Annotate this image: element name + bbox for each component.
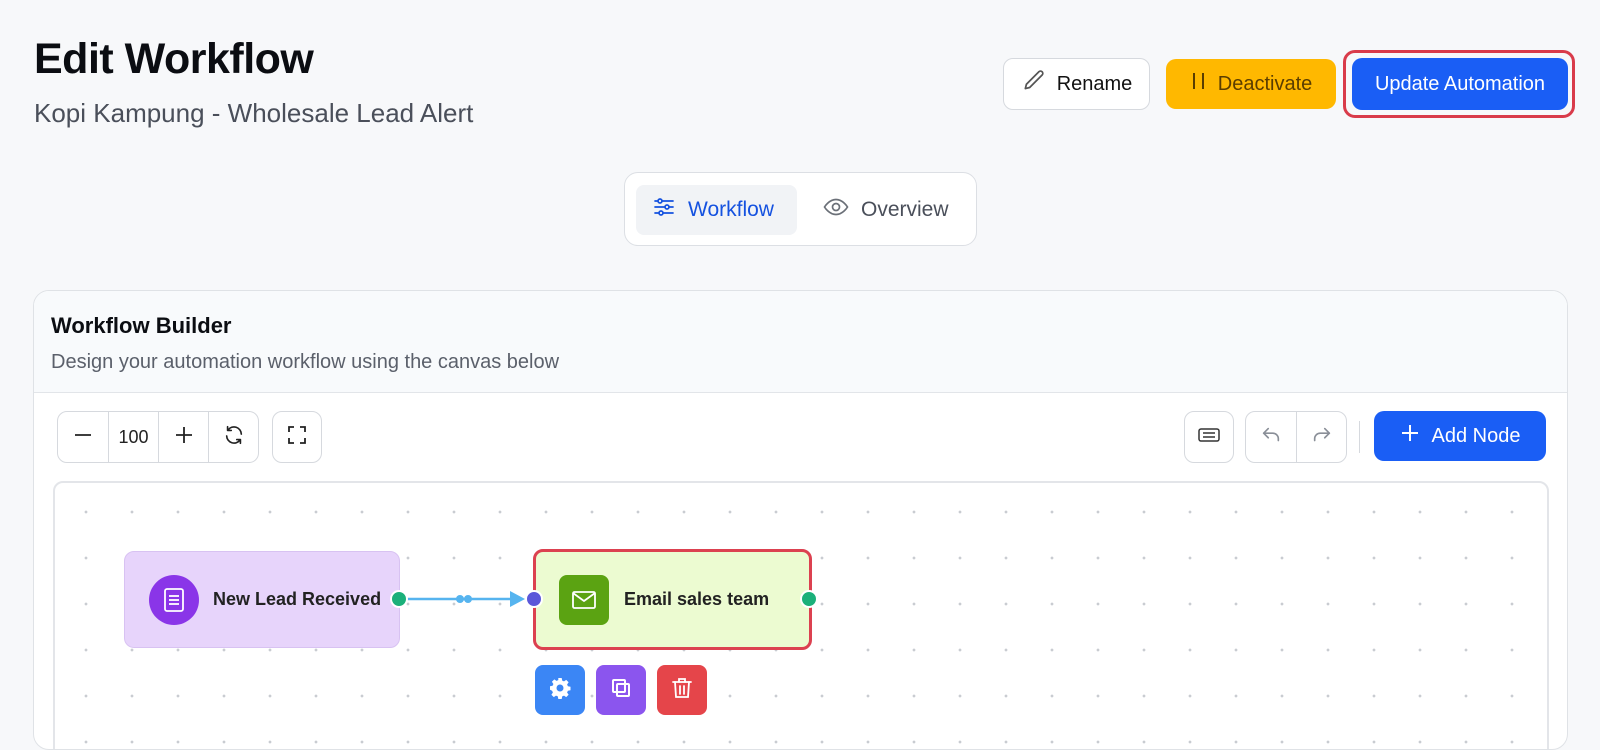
deactivate-label: Deactivate	[1217, 72, 1313, 95]
tab-overview[interactable]: Overview	[807, 185, 967, 235]
action-input-handle[interactable]	[525, 590, 543, 608]
add-node-button[interactable]: Add Node	[1374, 411, 1546, 461]
deactivate-button[interactable]: Deactivate	[1166, 59, 1336, 109]
tab-overview-label: Overview	[861, 198, 949, 221]
plus-icon	[174, 425, 194, 450]
eye-icon	[823, 195, 849, 225]
page-subtitle: Kopi Kampung - Wholesale Lead Alert	[34, 98, 474, 128]
reset-zoom-button[interactable]	[208, 412, 258, 462]
tab-workflow[interactable]: Workflow	[636, 185, 797, 235]
fit-view-cell	[273, 412, 321, 462]
add-node-label: Add Node	[1431, 424, 1521, 447]
zoom-controls: 100	[57, 411, 259, 463]
tab-workflow-label: Workflow	[688, 198, 774, 221]
view-tabs: Workflow Overview	[624, 172, 977, 246]
workflow-canvas[interactable]: New Lead Received Email sales team	[53, 481, 1549, 749]
zoom-in-button[interactable]	[158, 412, 208, 462]
rename-button[interactable]: Rename	[1003, 58, 1150, 110]
gear-icon	[548, 676, 572, 705]
pause-icon	[1190, 71, 1208, 97]
keyboard-icon	[1197, 426, 1221, 449]
action-node-label: Email sales team	[624, 589, 770, 609]
history-controls	[1245, 411, 1347, 463]
builder-title: Workflow Builder	[51, 313, 232, 338]
undo-button[interactable]	[1246, 412, 1296, 462]
toolbar-divider	[1359, 421, 1360, 453]
update-automation-button[interactable]: Update Automation	[1352, 58, 1568, 110]
copy-icon	[610, 677, 632, 704]
redo-icon	[1311, 424, 1333, 451]
undo-icon	[1260, 424, 1282, 451]
fit-view-button[interactable]	[272, 411, 322, 463]
action-node[interactable]: Email sales team	[533, 549, 812, 650]
trigger-node-label: New Lead Received	[213, 589, 382, 609]
action-output-handle[interactable]	[800, 590, 818, 608]
refresh-icon	[223, 424, 245, 451]
keyboard-shortcuts-button[interactable]	[1184, 411, 1234, 463]
plus-icon	[1400, 423, 1420, 449]
node-duplicate-button[interactable]	[596, 665, 646, 715]
form-icon	[149, 574, 199, 625]
trigger-node[interactable]: New Lead Received	[124, 551, 400, 648]
builder-description: Design your automation workflow using th…	[51, 351, 560, 373]
trash-icon	[671, 677, 693, 704]
minus-icon	[73, 425, 93, 450]
zoom-level: 100	[108, 412, 158, 462]
trigger-output-handle[interactable]	[390, 590, 408, 608]
redo-button[interactable]	[1296, 412, 1346, 462]
sliders-icon	[652, 195, 676, 225]
node-settings-button[interactable]	[535, 665, 585, 715]
pencil-icon	[1021, 68, 1047, 100]
builder-header: Workflow Builder Design your automation …	[34, 291, 1567, 393]
page-title: Edit Workflow	[34, 35, 314, 83]
rename-label: Rename	[1056, 72, 1133, 95]
expand-icon	[287, 425, 307, 450]
node-delete-button[interactable]	[657, 665, 707, 715]
zoom-out-button[interactable]	[58, 412, 108, 462]
keyboard-cell	[1185, 412, 1233, 462]
mail-icon	[559, 574, 609, 625]
workflow-builder-panel: Workflow Builder Design your automation …	[33, 290, 1568, 750]
